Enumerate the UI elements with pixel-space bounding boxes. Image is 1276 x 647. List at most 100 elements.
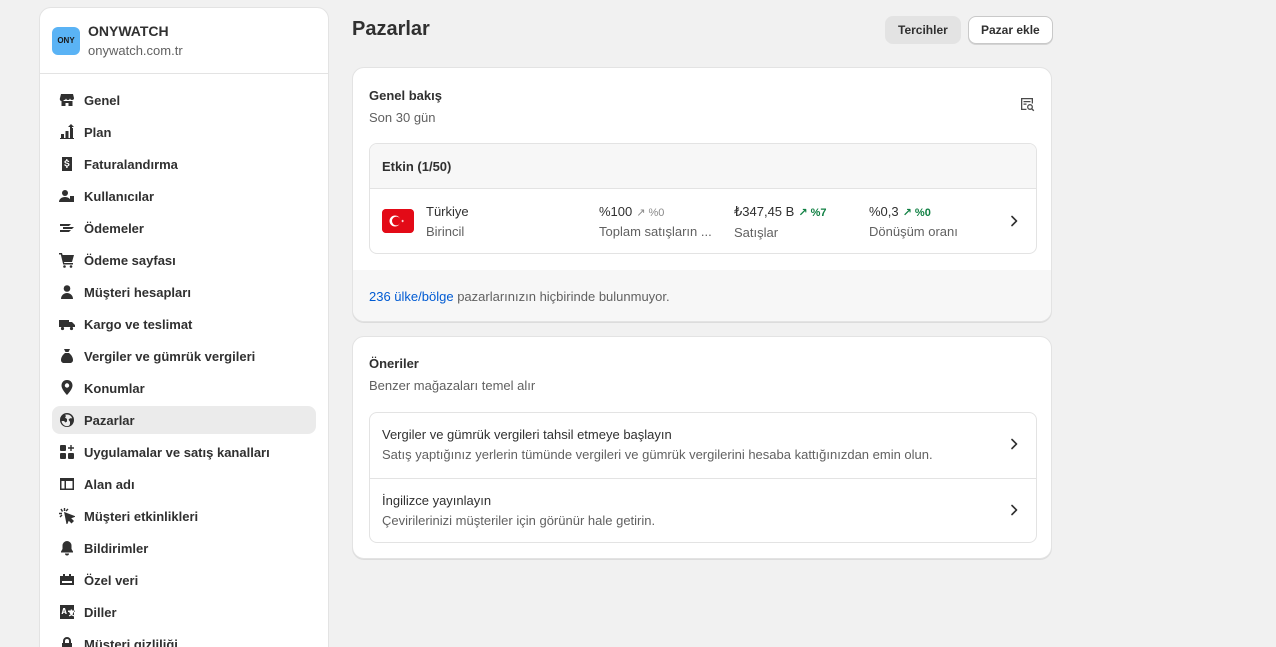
sidebar-item-label: Vergiler ve gümrük vergileri xyxy=(84,348,256,364)
sidebar-item-label: Faturalandırma xyxy=(84,156,178,172)
sidebar-item-label: Plan xyxy=(84,124,112,140)
sales-share-cell: %100 ↗ %0 Toplam satışların ... xyxy=(599,204,712,239)
chevron-right-icon xyxy=(1011,438,1018,450)
sidebar-item-diller[interactable]: Diller xyxy=(52,598,316,626)
settings-nav: Genel Plan Faturalandırma Kullanıcılar Ö… xyxy=(40,74,328,647)
sidebar-item-label: Diller xyxy=(84,604,117,620)
unassigned-regions-note: 236 ülke/bölge pazarlarınızın hiçbirinde… xyxy=(353,270,1051,321)
conversion-label: Dönüşüm oranı xyxy=(869,224,958,239)
sidebar-item-faturalandirma[interactable]: Faturalandırma xyxy=(52,150,316,178)
sidebar-item-label: Uygulamalar ve satış kanalları xyxy=(84,444,270,460)
sidebar-item-odeme-sayfasi[interactable]: Ödeme sayfası xyxy=(52,246,316,274)
truck-icon xyxy=(58,315,76,333)
apps-icon xyxy=(58,443,76,461)
sidebar-item-kullanicilar[interactable]: Kullanıcılar xyxy=(52,182,316,210)
sidebar-item-konumlar[interactable]: Konumlar xyxy=(52,374,316,402)
language-icon xyxy=(58,603,76,621)
regions-link[interactable]: 236 ülke/bölge xyxy=(369,289,454,304)
recommendations-title: Öneriler xyxy=(369,356,419,371)
settings-sidebar: ONY ONYWATCH onywatch.com.tr Genel Plan … xyxy=(39,7,329,647)
sidebar-item-musteri-gizliligi[interactable]: Müşteri gizliliği xyxy=(52,630,316,647)
lock-icon xyxy=(58,635,76,647)
overview-period: Son 30 gün xyxy=(369,110,436,125)
recommendation-description: Çevirilerinizi müşteriler için görünür h… xyxy=(382,513,656,528)
sidebar-item-pazarlar[interactable]: Pazarlar xyxy=(52,406,316,434)
sales-cell: ₺347,45 B ↗ %7 Satışlar xyxy=(734,204,827,240)
sidebar-item-musteri-hesaplari[interactable]: Müşteri hesapları xyxy=(52,278,316,306)
cart-icon xyxy=(58,251,76,269)
sidebar-item-label: Alan adı xyxy=(84,476,135,492)
sidebar-item-bildirimler[interactable]: Bildirimler xyxy=(52,534,316,562)
sidebar-item-label: Müşteri hesapları xyxy=(84,284,191,300)
payments-icon xyxy=(58,219,76,237)
sidebar-item-alan-adi[interactable]: Alan adı xyxy=(52,470,316,498)
globe-icon xyxy=(58,411,76,429)
chevron-right-icon xyxy=(1011,504,1018,516)
plan-icon xyxy=(58,123,76,141)
sales-delta: ↗ %7 xyxy=(798,207,827,219)
sidebar-item-odemeler[interactable]: Ödemeler xyxy=(52,214,316,242)
store-domain: onywatch.com.tr xyxy=(88,43,183,58)
sidebar-item-ozel-veri[interactable]: Özel veri xyxy=(52,566,316,594)
turkey-flag-icon xyxy=(382,209,414,233)
recommendation-title: İngilizce yayınlayın xyxy=(382,493,492,508)
sidebar-item-label: Müşteri gizliliği xyxy=(84,636,178,647)
sales-share-label: Toplam satışların ... xyxy=(599,224,712,239)
add-market-button[interactable]: Pazar ekle xyxy=(968,16,1053,44)
regions-note-text: pazarlarınızın hiçbirinde bulunmuyor. xyxy=(453,289,670,304)
sidebar-item-label: Pazarlar xyxy=(84,412,135,428)
sidebar-item-musteri-etkinlikleri[interactable]: Müşteri etkinlikleri xyxy=(52,502,316,530)
chevron-right-icon xyxy=(1011,215,1018,227)
recommendation-description: Satış yaptığınız yerlerin tümünde vergil… xyxy=(382,447,933,462)
market-role: Birincil xyxy=(426,224,465,239)
conversion-delta: ↗ %0 xyxy=(902,207,931,219)
sidebar-item-label: Kullanıcılar xyxy=(84,188,155,204)
sidebar-item-uygulamalar[interactable]: Uygulamalar ve satış kanalları xyxy=(52,438,316,466)
active-markets-table: Etkin (1/50) Türkiye Birincil %100 ↗ %0 T… xyxy=(369,143,1037,254)
sidebar-item-label: Kargo ve teslimat xyxy=(84,316,193,332)
recommendation-title: Vergiler ve gümrük vergileri tahsil etme… xyxy=(382,427,672,442)
person-icon xyxy=(58,283,76,301)
sidebar-item-label: Ödeme sayfası xyxy=(84,252,176,268)
sales-label: Satışlar xyxy=(734,225,779,240)
sidebar-item-label: Bildirimler xyxy=(84,540,149,556)
recommendation-item-taxes[interactable]: Vergiler ve gümrük vergileri tahsil etme… xyxy=(370,413,1036,478)
active-markets-header: Etkin (1/50) xyxy=(370,144,1036,189)
store-logo: ONY xyxy=(52,26,80,55)
store-icon xyxy=(58,91,76,109)
overview-title: Genel bakış xyxy=(369,88,442,103)
recommendations-list: Vergiler ve gümrük vergileri tahsil etme… xyxy=(369,412,1037,543)
sidebar-item-genel[interactable]: Genel xyxy=(52,86,316,114)
sidebar-item-kargo[interactable]: Kargo ve teslimat xyxy=(52,310,316,338)
conversion-cell: %0,3 ↗ %0 Dönüşüm oranı xyxy=(869,204,958,239)
billing-icon xyxy=(58,155,76,173)
sidebar-item-label: Genel xyxy=(84,92,121,108)
sidebar-item-plan[interactable]: Plan xyxy=(52,118,316,146)
data-icon xyxy=(58,571,76,589)
overview-card: Genel bakış Son 30 gün Etkin (1/50) Türk… xyxy=(352,67,1052,322)
sidebar-item-label: Müşteri etkinlikleri xyxy=(84,508,199,524)
preferences-button[interactable]: Tercihler xyxy=(885,16,961,44)
domain-icon xyxy=(58,475,76,493)
page-title: Pazarlar xyxy=(352,18,430,40)
conversion-value: %0,3 xyxy=(869,204,899,219)
sales-value: ₺347,45 B xyxy=(734,204,795,219)
users-icon xyxy=(58,187,76,205)
market-row-turkiye[interactable]: Türkiye Birincil %100 ↗ %0 Toplam satışla… xyxy=(370,189,1036,253)
location-icon xyxy=(58,379,76,397)
sidebar-item-vergiler[interactable]: Vergiler ve gümrük vergileri xyxy=(52,342,316,370)
sidebar-item-label: Konumlar xyxy=(84,380,145,396)
bell-icon xyxy=(58,539,76,557)
sidebar-item-label: Özel veri xyxy=(84,572,139,588)
store-header[interactable]: ONY ONYWATCH onywatch.com.tr xyxy=(40,8,328,74)
store-name: ONYWATCH xyxy=(88,23,169,39)
recommendation-item-english[interactable]: İngilizce yayınlayın Çevirilerinizi müşt… xyxy=(370,478,1036,542)
tax-icon xyxy=(58,347,76,365)
sidebar-item-label: Ödemeler xyxy=(84,220,144,236)
recommendations-subtitle: Benzer mağazaları temel alır xyxy=(369,378,536,393)
sales-share-delta: ↗ %0 xyxy=(636,207,665,219)
sales-share-value: %100 xyxy=(599,204,633,219)
search-filter-icon[interactable] xyxy=(1019,96,1035,112)
market-name: Türkiye xyxy=(426,204,469,219)
market-name-cell: Türkiye Birincil xyxy=(426,204,469,239)
